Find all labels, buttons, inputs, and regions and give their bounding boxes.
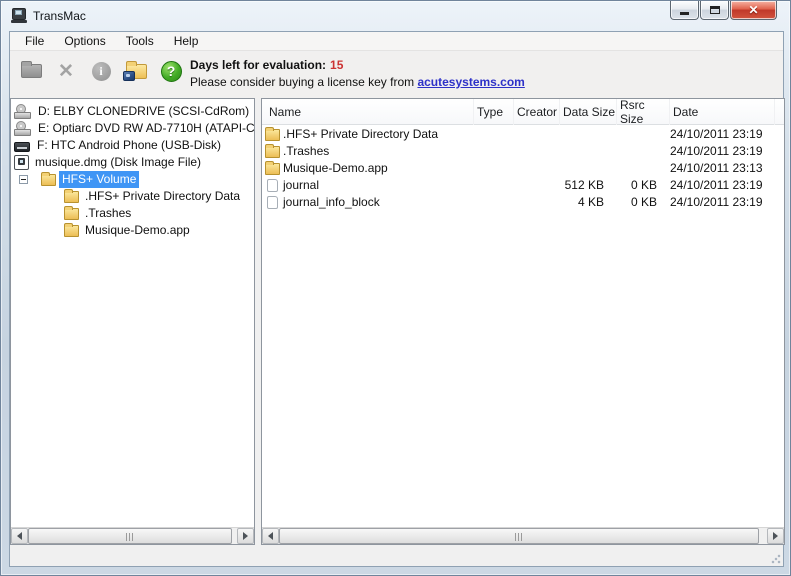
file-list-header: Name Type Creator Data Size Rsrc Size Da… bbox=[262, 99, 784, 125]
open-disk-image-button[interactable] bbox=[123, 59, 149, 83]
delete-button[interactable]: ✕ bbox=[53, 59, 79, 83]
eval-label: Days left for evaluation: bbox=[190, 58, 326, 72]
tree-horizontal-scrollbar[interactable] bbox=[11, 527, 254, 544]
statusbar bbox=[10, 545, 783, 566]
folder-icon bbox=[41, 174, 56, 186]
folder-icon bbox=[265, 163, 280, 175]
evaluation-notice: Days left for evaluation: 15 Please consi… bbox=[190, 57, 525, 91]
minimize-icon bbox=[680, 12, 689, 15]
scroll-right-arrow-icon[interactable] bbox=[237, 528, 254, 544]
info-icon: i bbox=[92, 62, 111, 81]
tree-item-disk-image[interactable]: musique.dmg (Disk Image File) bbox=[11, 154, 254, 171]
scrollbar-thumb[interactable] bbox=[28, 528, 232, 544]
column-header-date[interactable]: Date bbox=[670, 99, 775, 125]
minimize-button[interactable] bbox=[670, 1, 699, 20]
info-button[interactable]: i bbox=[88, 59, 114, 83]
tree-item-hfs-volume[interactable]: HFS+ Volume bbox=[11, 171, 254, 188]
menubar: File Options Tools Help bbox=[10, 32, 783, 51]
collapse-icon[interactable] bbox=[19, 175, 28, 184]
folder-icon bbox=[64, 225, 79, 237]
folder-icon bbox=[64, 191, 79, 203]
tree-item-drive-e[interactable]: E: Optiarc DVD RW AD-7710H (ATAPI-CdRom bbox=[11, 120, 254, 137]
resize-grip[interactable] bbox=[771, 554, 781, 564]
folder-icon bbox=[265, 146, 280, 158]
folder-icon bbox=[265, 129, 280, 141]
file-list-panel: Name Type Creator Data Size Rsrc Size Da… bbox=[261, 98, 785, 545]
file-list-horizontal-scrollbar[interactable] bbox=[262, 527, 784, 544]
cdrom-drive-icon bbox=[14, 121, 32, 136]
help-icon: ? bbox=[161, 61, 182, 82]
scroll-left-arrow-icon[interactable] bbox=[11, 528, 28, 544]
column-header-creator[interactable]: Creator bbox=[514, 99, 560, 125]
toolbar: ✕ i ? Days left for evaluation: 15 Please… bbox=[10, 52, 783, 98]
eval-message: Please consider buying a license key fro… bbox=[190, 75, 417, 89]
open-folder-icon bbox=[21, 64, 42, 78]
table-row[interactable]: .Trashes 24/10/2011 23:19 bbox=[262, 143, 784, 160]
file-icon bbox=[267, 179, 278, 192]
close-button[interactable]: ✕ bbox=[730, 1, 777, 20]
drive-tree: D: ELBY CLONEDRIVE (SCSI-CdRom) E: Optia… bbox=[11, 99, 254, 527]
menu-file[interactable]: File bbox=[15, 32, 54, 50]
maximize-icon bbox=[710, 6, 720, 14]
disk-image-icon bbox=[14, 155, 29, 170]
column-header-data-size[interactable]: Data Size bbox=[560, 99, 617, 125]
column-header-name[interactable]: Name bbox=[262, 99, 474, 125]
open-disk-image-icon bbox=[126, 64, 147, 79]
open-folder-button[interactable] bbox=[18, 59, 44, 83]
column-header-rsrc-size[interactable]: Rsrc Size bbox=[617, 99, 670, 125]
column-header-type[interactable]: Type bbox=[474, 99, 514, 125]
client-area: File Options Tools Help ✕ i ? Days left … bbox=[9, 31, 784, 567]
window-title: TransMac bbox=[33, 9, 86, 23]
delete-icon: ✕ bbox=[58, 62, 74, 81]
tree-item-drive-d[interactable]: D: ELBY CLONEDRIVE (SCSI-CdRom) bbox=[11, 103, 254, 120]
menu-tools[interactable]: Tools bbox=[116, 32, 164, 50]
transmac-window: TransMac ✕ File Options Tools Help ✕ i ? bbox=[0, 0, 791, 576]
menu-help[interactable]: Help bbox=[164, 32, 209, 50]
scroll-right-arrow-icon[interactable] bbox=[767, 528, 784, 544]
acutesystems-link[interactable]: acutesystems.com bbox=[417, 75, 524, 89]
file-icon bbox=[267, 196, 278, 209]
table-row[interactable]: .HFS+ Private Directory Data 24/10/2011 … bbox=[262, 126, 784, 143]
tree-item-drive-f[interactable]: F: HTC Android Phone (USB-Disk) bbox=[11, 137, 254, 154]
titlebar[interactable]: TransMac ✕ bbox=[1, 1, 790, 31]
tree-item-musique-demo-app[interactable]: Musique-Demo.app bbox=[11, 222, 254, 239]
menu-options[interactable]: Options bbox=[54, 32, 115, 50]
drive-tree-panel: D: ELBY CLONEDRIVE (SCSI-CdRom) E: Optia… bbox=[10, 98, 255, 545]
close-icon: ✕ bbox=[731, 3, 776, 17]
cdrom-drive-icon bbox=[14, 104, 32, 119]
tree-item-trashes[interactable]: .Trashes bbox=[11, 205, 254, 222]
scroll-left-arrow-icon[interactable] bbox=[262, 528, 279, 544]
file-list: .HFS+ Private Directory Data 24/10/2011 … bbox=[262, 126, 784, 527]
scrollbar-thumb[interactable] bbox=[279, 528, 759, 544]
eval-days-remaining: 15 bbox=[330, 58, 343, 72]
folder-icon bbox=[64, 208, 79, 220]
table-row[interactable]: journal 512 KB 0 KB 24/10/2011 23:19 bbox=[262, 177, 784, 194]
table-row[interactable]: Musique-Demo.app 24/10/2011 23:13 bbox=[262, 160, 784, 177]
help-button[interactable]: ? bbox=[158, 59, 184, 83]
app-icon bbox=[11, 8, 28, 24]
maximize-button[interactable] bbox=[700, 1, 729, 20]
tree-item-hfs-private-dir[interactable]: .HFS+ Private Directory Data bbox=[11, 188, 254, 205]
usb-disk-icon bbox=[14, 139, 31, 153]
table-row[interactable]: journal_info_block 4 KB 0 KB 24/10/2011 … bbox=[262, 194, 784, 211]
